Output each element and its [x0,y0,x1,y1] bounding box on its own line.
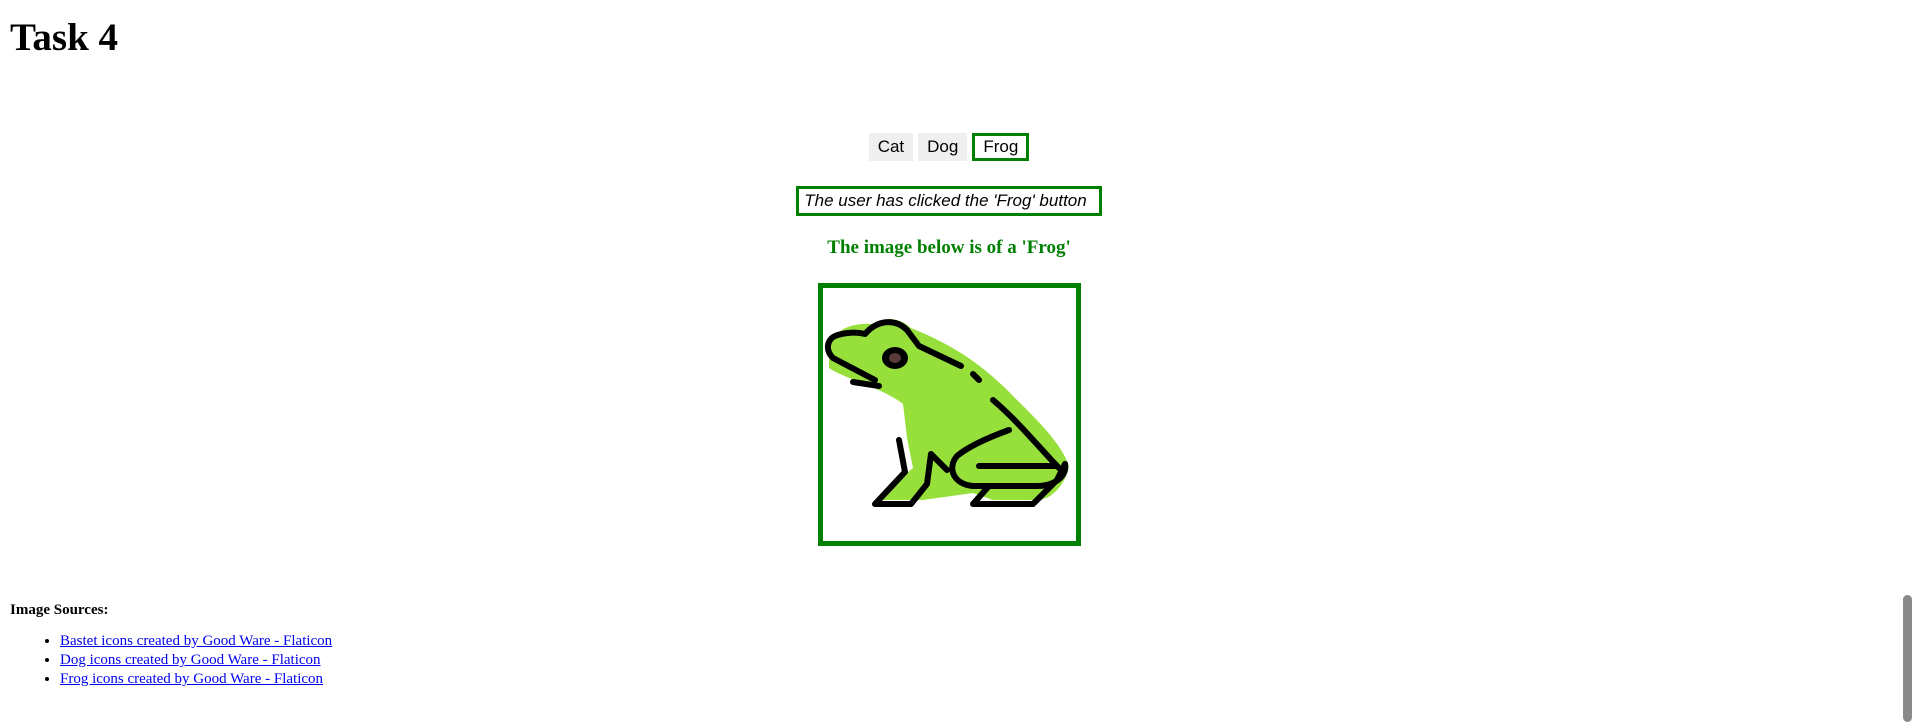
animal-button-group: Cat Dog Frog [0,133,1898,161]
animal-image [817,283,1081,546]
image-caption: The image below is of a 'Frog' [827,237,1071,258]
bastet-icons-link[interactable]: Bastet icons created by Good Ware - Flat… [60,633,332,649]
frog-button[interactable]: Frog [972,133,1030,161]
page-title: Task 4 [10,16,119,59]
list-item: Dog icons created by Good Ware - Flatico… [60,651,332,670]
status-message: The user has clicked the 'Frog' button [796,186,1102,216]
frog-icon [824,319,1069,507]
image-container [0,283,1898,546]
image-sources-heading: Image Sources: [10,602,109,618]
dog-button[interactable]: Dog [918,133,968,161]
list-item: Frog icons created by Good Ware - Flatic… [60,670,332,689]
frog-icons-link[interactable]: Frog icons created by Good Ware - Flatic… [60,671,323,687]
list-item: Bastet icons created by Good Ware - Flat… [60,632,332,651]
status-container: The user has clicked the 'Frog' button [0,186,1898,216]
cat-button[interactable]: Cat [868,133,914,161]
dog-icons-link[interactable]: Dog icons created by Good Ware - Flatico… [60,652,321,668]
scrollbar-thumb[interactable] [1903,595,1912,722]
image-sources-list: Bastet icons created by Good Ware - Flat… [20,632,332,689]
